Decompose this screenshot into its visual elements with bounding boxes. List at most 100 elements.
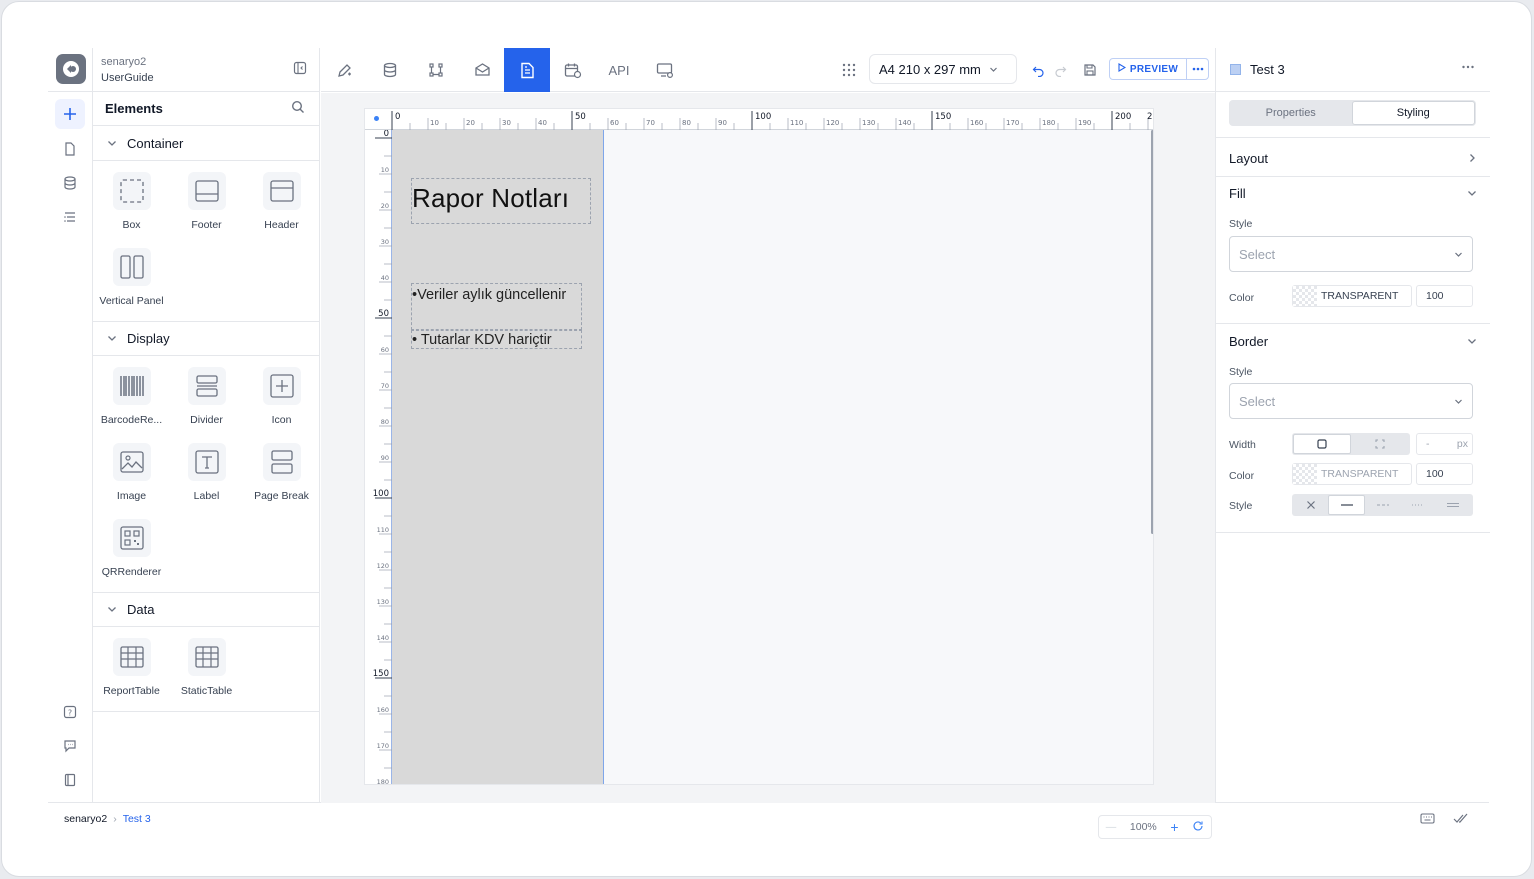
preview-main[interactable]: PREVIEW: [1110, 63, 1186, 75]
save-icon[interactable]: [1075, 48, 1105, 92]
keyboard-icon[interactable]: [1420, 813, 1435, 827]
element-vertical-panel[interactable]: Vertical Panel: [94, 248, 169, 314]
ruler-label: 140: [898, 119, 911, 127]
solid-line-icon[interactable]: [1328, 495, 1365, 515]
svg-text:?: ?: [68, 709, 72, 718]
chevron-down-icon: [107, 136, 117, 151]
ruler-origin-dot[interactable]: [374, 116, 379, 121]
preview-button[interactable]: PREVIEW: [1109, 58, 1209, 80]
fill-style-label: Style: [1229, 218, 1253, 230]
no-border-icon[interactable]: [1293, 495, 1328, 515]
panel-tabs: Properties Styling: [1229, 100, 1476, 126]
app-logo-icon[interactable]: [56, 54, 86, 84]
edit-icon[interactable]: [321, 48, 367, 92]
element-image[interactable]: Image: [94, 443, 169, 509]
border-width-input[interactable]: - px: [1416, 433, 1473, 455]
ruler-label: 160: [970, 119, 983, 127]
database-icon[interactable]: [367, 48, 413, 92]
breadcrumb-current[interactable]: Test 3: [123, 813, 151, 825]
element-static-table[interactable]: StaticTable: [169, 638, 244, 704]
tab-properties[interactable]: Properties: [1230, 101, 1352, 125]
section-display[interactable]: Display: [93, 321, 320, 355]
border-style-select[interactable]: Select: [1229, 383, 1473, 419]
section-container[interactable]: Container: [93, 126, 320, 160]
element-page-break[interactable]: Page Break: [244, 443, 319, 509]
dashed-line-icon[interactable]: [1365, 495, 1400, 515]
ruler-label: 120: [377, 562, 389, 570]
preview-more-icon[interactable]: [1186, 59, 1208, 79]
element-footer[interactable]: Footer: [169, 172, 244, 238]
panel-divider: [93, 160, 320, 161]
element-report-table[interactable]: ReportTable: [94, 638, 169, 704]
page-break-icon: [262, 443, 301, 481]
check-all-icon[interactable]: [1453, 813, 1469, 827]
help-icon[interactable]: ?: [55, 697, 85, 727]
fill-opacity-field[interactable]: 100: [1416, 285, 1473, 307]
add-element-icon[interactable]: [55, 99, 85, 129]
ruler-label: 160: [377, 706, 389, 714]
element-header[interactable]: Header: [244, 172, 319, 238]
fill-color-field[interactable]: TRANSPARENT: [1292, 285, 1412, 307]
selected-element-header: Test 3: [1216, 48, 1490, 91]
element-label-tile[interactable]: Label: [169, 443, 244, 509]
chevron-down-icon: [1467, 334, 1477, 349]
tab-styling[interactable]: Styling: [1351, 101, 1475, 125]
ruler-label: 2: [1147, 112, 1152, 122]
outline-icon[interactable]: [55, 202, 85, 232]
design-canvas: 0 50 100 150 200 2 10 20 30 40 60 70 80 90 110 120 130 14…: [321, 93, 1215, 839]
element-label: Image: [116, 490, 147, 502]
search-icon[interactable]: [291, 100, 305, 119]
element-divider[interactable]: Divider: [169, 367, 244, 433]
border-line-style-options: [1292, 494, 1473, 516]
feedback-icon[interactable]: [55, 731, 85, 761]
vertical-scrollbar[interactable]: [1151, 130, 1153, 534]
layout-section[interactable]: Layout: [1229, 151, 1477, 166]
border-opacity-field[interactable]: 100: [1416, 463, 1473, 485]
more-options-icon[interactable]: [1461, 60, 1475, 79]
element-label: Footer: [191, 219, 222, 231]
element-qrrenderer[interactable]: QRRenderer: [94, 519, 169, 585]
bullet-text-2[interactable]: • Tutarlar KDV hariçtir: [411, 330, 582, 349]
fill-section[interactable]: Fill: [1229, 186, 1477, 201]
datasource-icon[interactable]: [55, 168, 85, 198]
section-label: Data: [127, 601, 155, 617]
grid-dots-icon[interactable]: [827, 48, 871, 92]
fill-style-select[interactable]: Select: [1229, 236, 1473, 272]
border-section[interactable]: Border: [1229, 334, 1477, 349]
breadcrumb-root[interactable]: senaryo2: [64, 813, 107, 825]
report-title-text[interactable]: Rapor Notları: [411, 178, 591, 224]
schedule-icon[interactable]: [550, 48, 596, 92]
redo-icon[interactable]: [1047, 48, 1073, 92]
elements-panel: senaryo2 UserGuide Elements Container Bo…: [93, 48, 320, 803]
qr-code-icon: [112, 519, 151, 557]
page-content-area[interactable]: [392, 130, 604, 784]
document-icon[interactable]: [504, 48, 550, 92]
border-color-field[interactable]: TRANSPARENT: [1292, 463, 1412, 485]
border-all-sides-icon[interactable]: [1293, 434, 1351, 454]
section-data[interactable]: Data: [93, 592, 320, 626]
project-sub: UserGuide: [101, 72, 154, 84]
element-box[interactable]: Box: [94, 172, 169, 238]
divider-icon: [187, 367, 226, 405]
dotted-line-icon[interactable]: [1400, 495, 1435, 515]
device-settings-icon[interactable]: [642, 48, 688, 92]
border-individual-sides-icon[interactable]: [1351, 434, 1409, 454]
panel-divider: [93, 355, 320, 356]
element-barcode[interactable]: BarcodeRe...: [94, 367, 169, 433]
chevron-down-icon: [1454, 394, 1463, 409]
border-style-value: Select: [1239, 393, 1276, 409]
api-button[interactable]: API: [596, 48, 642, 92]
page-size-select[interactable]: A4 210 x 297 mm: [869, 54, 1017, 84]
ruler-label: 120: [826, 119, 839, 127]
double-line-icon[interactable]: [1435, 495, 1470, 515]
pages-icon[interactable]: [55, 134, 85, 164]
box-icon: [112, 172, 151, 210]
table-icon: [112, 638, 151, 676]
bullet-text-1[interactable]: •Veriler aylık güncellenir: [411, 283, 582, 330]
border-width-label: Width: [1229, 439, 1256, 451]
docs-icon[interactable]: [55, 765, 85, 795]
workflow-icon[interactable]: [413, 48, 459, 92]
collapse-panel-icon[interactable]: [293, 61, 307, 80]
mail-icon[interactable]: [459, 48, 505, 92]
element-icon[interactable]: Icon: [244, 367, 319, 433]
